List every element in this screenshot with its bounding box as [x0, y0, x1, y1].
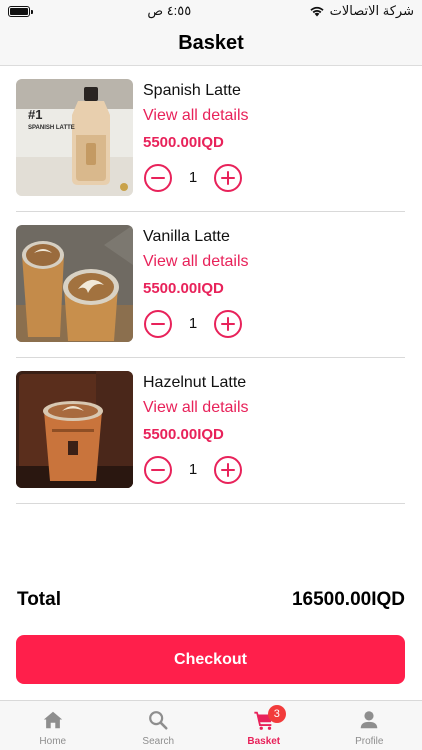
item-price: 5500.00IQD: [143, 134, 224, 151]
plus-icon: [221, 171, 235, 185]
tab-label: Search: [142, 736, 175, 747]
product-image-vanilla-latte[interactable]: [16, 225, 133, 342]
thumb-label: #1: [28, 107, 43, 122]
thumb-sublabel: SPANISH LATTE: [28, 125, 75, 131]
checkout-button[interactable]: Checkout: [16, 635, 405, 684]
carrier-name: شركة الاتصالات: [329, 3, 414, 18]
tab-bar: Home Search 3 Basket Profile: [0, 700, 422, 750]
quantity-value: 1: [188, 315, 198, 332]
minus-icon: [151, 322, 165, 326]
decrease-quantity-button[interactable]: [144, 310, 172, 338]
item-name: Hazelnut Latte: [143, 374, 247, 391]
profile-icon: [361, 711, 378, 729]
item-name: Vanilla Latte: [143, 228, 230, 245]
page-header: Basket: [0, 22, 422, 66]
cart-count-badge: 3: [267, 705, 286, 723]
view-details-link[interactable]: View all details: [143, 253, 249, 271]
page-title: Basket: [178, 32, 244, 54]
decrease-quantity-button[interactable]: [144, 456, 172, 484]
basket-item-vanilla-latte: Vanilla Latte View all details 5500.00IQ…: [16, 212, 405, 358]
increase-quantity-button[interactable]: [214, 164, 242, 192]
tab-label: Basket: [247, 736, 281, 747]
decrease-quantity-button[interactable]: [144, 164, 172, 192]
basket-item-spanish-latte: #1 SPANISH LATTE Spanish Latte View all …: [16, 66, 405, 212]
home-icon: [43, 711, 62, 729]
basket-item-hazelnut-latte: Hazelnut Latte View all details 5500.00I…: [16, 358, 405, 504]
wifi-icon: [309, 5, 325, 17]
tab-home[interactable]: Home: [0, 701, 106, 750]
total-value: 16500.00IQD: [291, 589, 405, 610]
tab-basket[interactable]: 3 Basket: [211, 701, 317, 750]
plus-icon: [221, 317, 235, 331]
tab-search[interactable]: Search: [106, 701, 212, 750]
minus-icon: [151, 468, 165, 472]
increase-quantity-button[interactable]: [214, 310, 242, 338]
status-time: ٤:٥٥ ص: [147, 3, 192, 18]
plus-icon: [221, 463, 235, 477]
search-icon: [149, 711, 168, 730]
view-details-link[interactable]: View all details: [143, 399, 249, 417]
status-left: [8, 5, 33, 17]
minus-icon: [151, 176, 165, 180]
increase-quantity-button[interactable]: [214, 456, 242, 484]
tab-label: Home: [39, 736, 67, 747]
product-image-hazelnut-latte[interactable]: [16, 371, 133, 488]
quantity-value: 1: [188, 169, 198, 186]
quantity-value: 1: [188, 461, 198, 478]
total-label: Total: [17, 589, 61, 610]
item-price: 5500.00IQD: [143, 426, 224, 443]
tab-label: Profile: [355, 736, 384, 747]
tab-profile[interactable]: Profile: [317, 701, 422, 750]
item-name: Spanish Latte: [143, 82, 241, 99]
status-right: شركة الاتصالات: [309, 3, 414, 19]
item-price: 5500.00IQD: [143, 280, 224, 297]
view-details-link[interactable]: View all details: [143, 107, 249, 125]
battery-icon: [8, 5, 33, 17]
product-image-spanish-latte[interactable]: #1 SPANISH LATTE: [16, 79, 133, 196]
status-bar: ٤:٥٥ ص شركة الاتصالات: [0, 0, 422, 22]
